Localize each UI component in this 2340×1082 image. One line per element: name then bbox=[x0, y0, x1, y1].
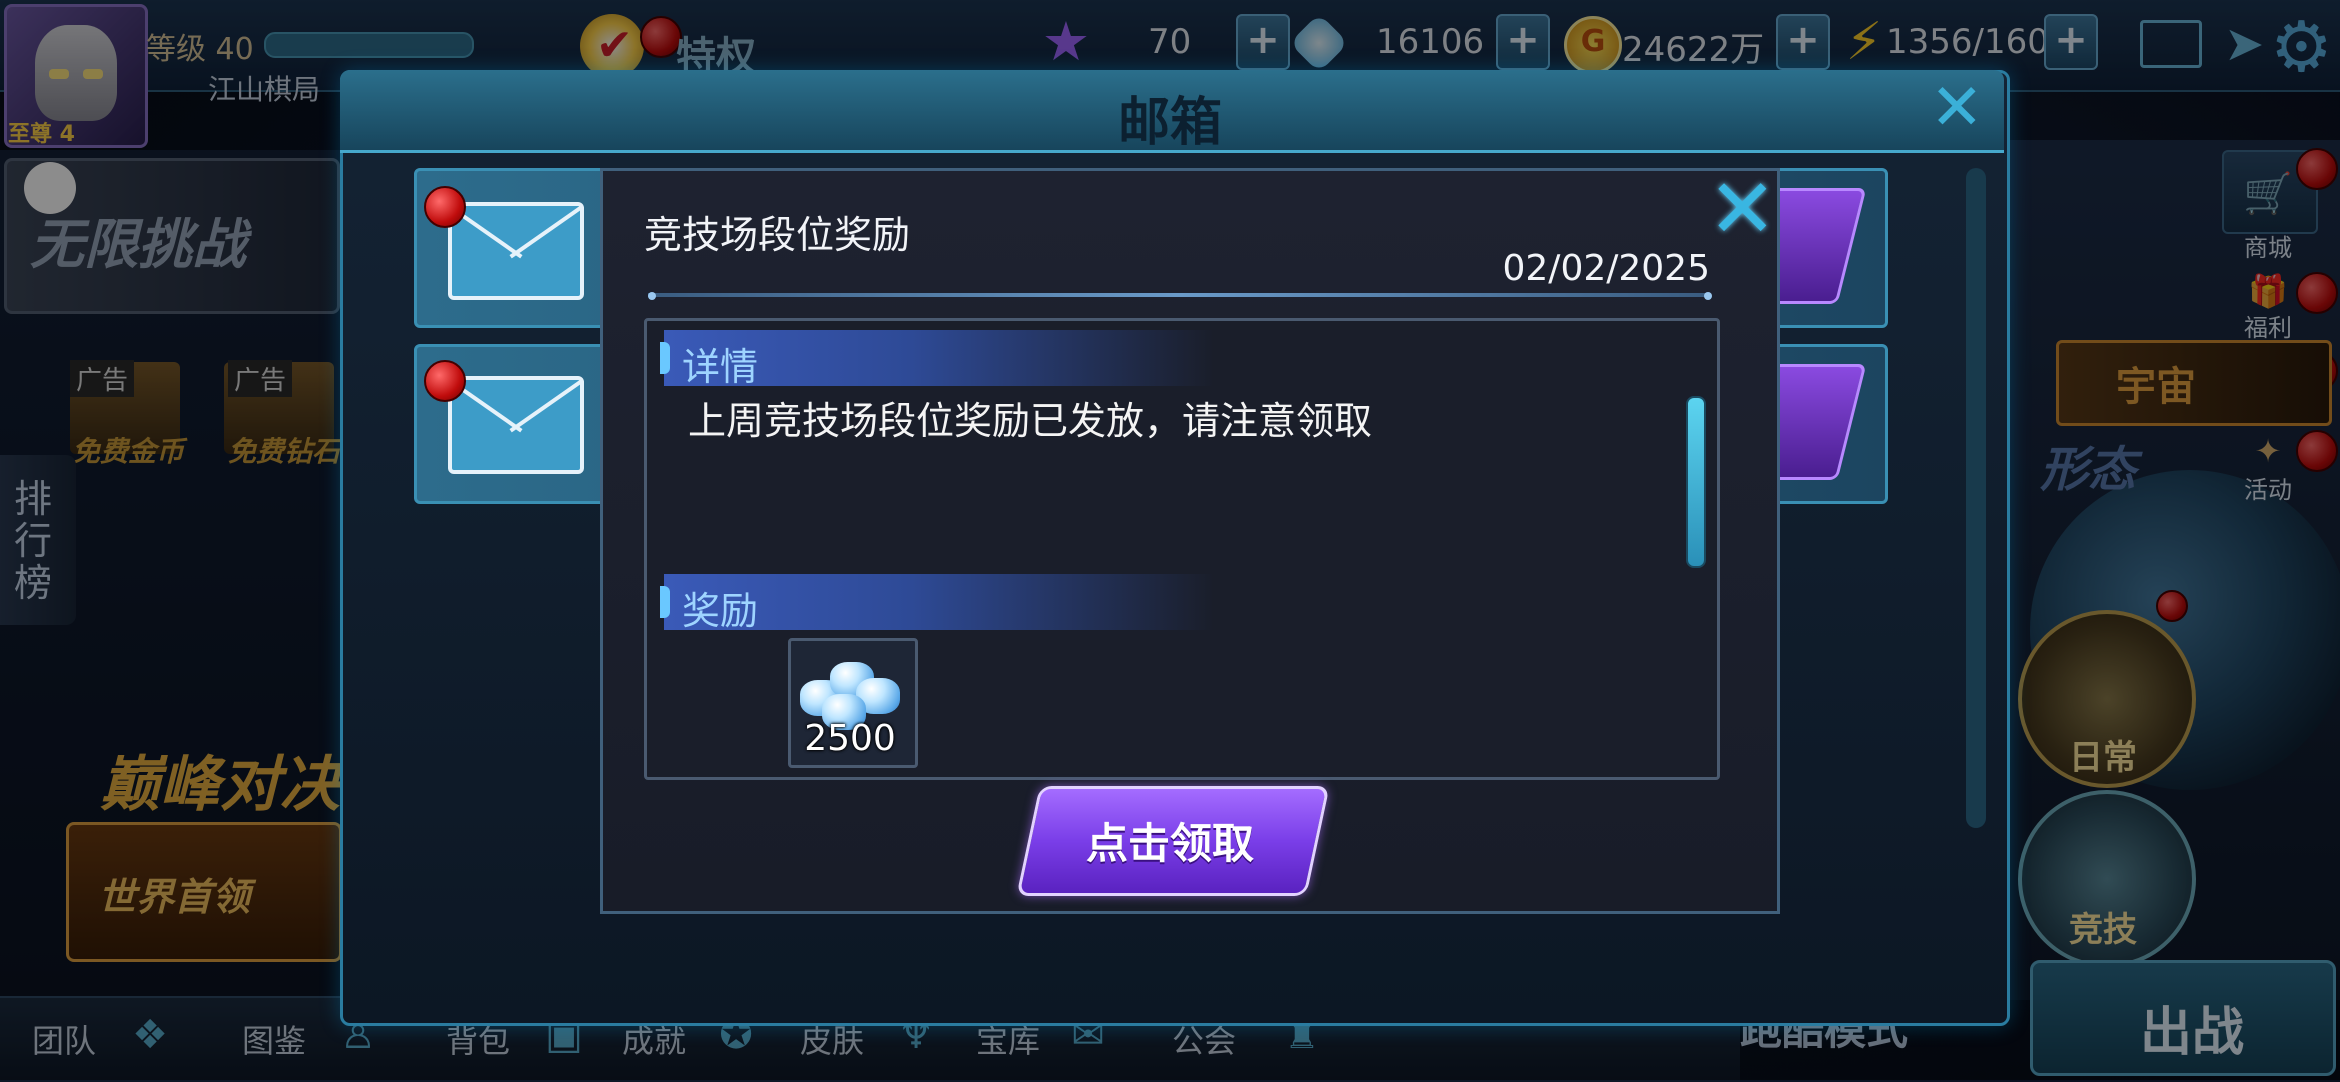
mailbox-title: 邮箱 bbox=[1117, 93, 1222, 153]
mail-date: 02/02/2025 bbox=[1502, 248, 1711, 289]
envelope-icon bbox=[448, 376, 584, 474]
rewards-heading: 奖励 bbox=[682, 589, 759, 633]
divider bbox=[648, 293, 1708, 297]
mailbox-close-icon[interactable]: ✕ bbox=[1930, 76, 1984, 140]
mail-title: 竞技场段位奖励 bbox=[644, 213, 911, 257]
unread-dot bbox=[424, 360, 466, 402]
content-scrollbar-thumb[interactable] bbox=[1686, 396, 1706, 568]
details-heading: 详情 bbox=[682, 345, 759, 389]
envelope-icon bbox=[448, 202, 584, 300]
mailbox-scrollbar[interactable] bbox=[1966, 168, 1986, 828]
claim-button-label[interactable]: 点击领取 bbox=[1028, 810, 1312, 871]
section-bullet bbox=[660, 342, 670, 374]
divider-cap bbox=[1704, 292, 1712, 300]
divider-cap bbox=[648, 292, 656, 300]
reward-count: 2500 bbox=[804, 718, 896, 759]
envelope-flap bbox=[452, 206, 580, 296]
close-icon[interactable]: ✕ bbox=[1708, 169, 1777, 251]
unread-dot bbox=[424, 186, 466, 228]
envelope-flap bbox=[452, 380, 580, 470]
mail-body-text: 上周竞技场段位奖励已发放，请注意领取 bbox=[688, 399, 1373, 443]
section-bullet bbox=[660, 586, 670, 618]
